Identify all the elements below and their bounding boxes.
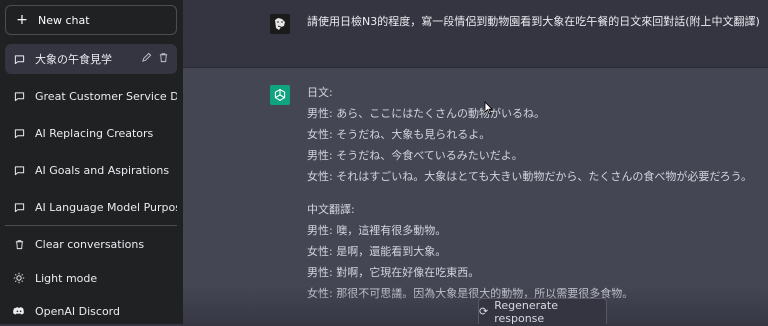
sidebar-item-conversation[interactable]: AI Replacing Creators — [5, 118, 177, 148]
chat-panel: 請使用日檢N3的程度，寫一段情侶到動物園看到大象在吃午餐的日文來回對話(附上中文… — [183, 0, 768, 324]
openai-logo-icon — [270, 85, 290, 105]
plus-icon: + — [16, 12, 28, 28]
discord-link[interactable]: OpenAI Discord — [5, 296, 177, 326]
sidebar: + New chat 大象の午食見学 Great Customer Servic… — [0, 0, 183, 324]
japanese-line: 男性: そうだね、今食べているみたいだよ。 — [307, 149, 523, 162]
discord-label: OpenAI Discord — [35, 304, 120, 318]
chat-bubble-icon — [13, 53, 25, 65]
new-chat-button[interactable]: + New chat — [5, 5, 177, 35]
japanese-line: 女性: そうだね、大象も見られるよ。 — [307, 128, 491, 141]
chat-bubble-icon — [13, 164, 25, 176]
trash-icon — [13, 238, 25, 250]
sidebar-item-label: Great Customer Service Defi — [35, 89, 177, 103]
regenerate-response-button[interactable]: ⟳ Regenerate response — [478, 298, 607, 325]
sidebar-item-conversation[interactable]: 大象の午食見学 — [5, 44, 177, 74]
sun-icon — [13, 272, 25, 284]
user-message-row: 請使用日檢N3的程度，寫一段情侶到動物園看到大象在吃午餐的日文來回對話(附上中文… — [183, 0, 768, 68]
clear-conversations-button[interactable]: Clear conversations — [5, 229, 177, 259]
refresh-icon: ⟳ — [479, 305, 489, 318]
clear-conversations-label: Clear conversations — [35, 237, 145, 251]
light-mode-label: Light mode — [35, 271, 98, 285]
sidebar-item-label: AI Replacing Creators — [35, 126, 154, 140]
edit-icon[interactable] — [141, 52, 152, 66]
sidebar-item-conversation[interactable]: AI Language Model Purpose — [5, 192, 177, 222]
user-avatar — [270, 14, 290, 34]
sidebar-item-conversation[interactable]: Great Customer Service Defi — [5, 81, 177, 111]
user-message-text: 請使用日檢N3的程度，寫一段情侶到動物園看到大象在吃午餐的日文來回對話(附上中文… — [307, 15, 760, 28]
sidebar-item-label: AI Language Model Purpose — [35, 200, 177, 214]
chinese-heading: 中文翻譯: — [307, 203, 355, 216]
japanese-heading: 日文: — [307, 86, 333, 99]
discord-icon — [13, 305, 25, 317]
trash-icon[interactable] — [158, 52, 169, 66]
regenerate-label: Regenerate response — [494, 298, 558, 325]
chinese-line: 男性: 對啊，它現在好像在吃東西。 — [307, 266, 480, 279]
japanese-line: 男性: あら、ここにはたくさんの動物がいるね。 — [307, 107, 545, 120]
japanese-line: 女性: それはすごいね。大象はとても大きい動物だから、たくさんの食べ物が必要だろ… — [307, 170, 752, 183]
sidebar-item-label: AI Goals and Aspirations — [35, 163, 170, 177]
chat-bubble-icon — [13, 90, 25, 102]
light-mode-button[interactable]: Light mode — [5, 263, 177, 293]
new-chat-label: New chat — [38, 13, 90, 27]
chat-bubble-icon — [13, 201, 25, 213]
sidebar-item-label: 大象の午食見学 — [35, 53, 112, 66]
sidebar-divider — [5, 225, 177, 226]
mouse-cursor-icon — [484, 100, 494, 119]
assistant-message-text: 日文: 男性: あら、ここにはたくさんの動物がいるね。 女性: そうだね、大象も… — [307, 82, 767, 304]
assistant-message-row: 日文: 男性: あら、ここにはたくさんの動物がいるね。 女性: そうだね、大象も… — [183, 68, 768, 324]
sidebar-item-conversation[interactable]: AI Goals and Aspirations — [5, 155, 177, 185]
chinese-line: 男性: 噢，這裡有很多動物。 — [307, 224, 447, 237]
chinese-line: 女性: 是啊，還能看到大象。 — [307, 245, 447, 258]
chat-bubble-icon — [13, 127, 25, 139]
